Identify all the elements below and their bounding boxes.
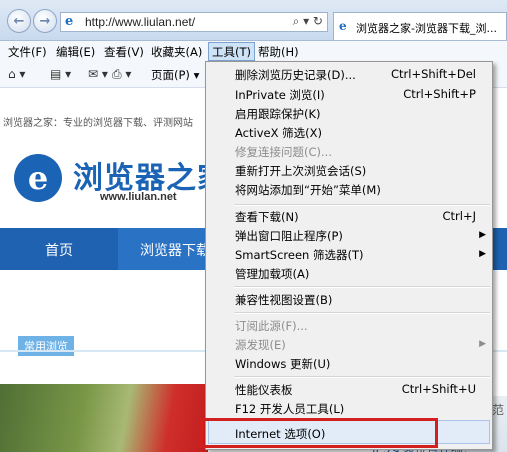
menu-item-windows-update[interactable]: Windows 更新(U) [235, 356, 330, 372]
tab-title: 浏览器之家-浏览器下载_浏... [356, 22, 497, 35]
submenu-arrow-icon: ▶ [479, 249, 486, 259]
banner-image[interactable] [0, 384, 208, 452]
home-icon[interactable]: ⌂ ▾ [8, 67, 25, 81]
nav-download-label: 浏览器下载 [140, 243, 210, 259]
menu-view[interactable]: 查看(V) [104, 44, 144, 60]
menu-favorites[interactable]: 收藏夹(A) [151, 44, 202, 60]
tab-ie-icon: e [339, 19, 347, 33]
menu-item-reopen-session[interactable]: 重新打开上次浏览会话(S) [235, 163, 366, 179]
site-logo-url: www.liulan.net [100, 191, 177, 203]
ie-icon: e [65, 14, 74, 29]
site-tagline: 浏览器之家：专业的浏览器下载、评测网站 [3, 118, 193, 129]
menu-separator [234, 204, 490, 206]
menu-separator [234, 286, 490, 288]
menu-item-performance-dashboard[interactable]: 性能仪表板 [235, 382, 293, 398]
mail-icon[interactable]: ✉ ▾ [88, 67, 108, 81]
side-text: 范 [492, 403, 505, 417]
menu-item-f12-tools[interactable]: F12 开发人员工具(L) [235, 401, 344, 417]
menu-item-manage-addons[interactable]: 管理加载项(A) [235, 266, 309, 282]
address-url[interactable]: http://www.liulan.net/ [85, 15, 195, 29]
menu-item-subscribe-feed: 订阅此源(F)... [235, 319, 308, 333]
nav-home[interactable]: 首页 [45, 240, 73, 260]
menu-item-activex-filter[interactable]: ActiveX 筛选(X) [235, 125, 322, 141]
menu-help[interactable]: 帮助(H) [258, 44, 299, 60]
shortcut-inprivate: Ctrl+Shift+P [403, 87, 476, 101]
menu-bar: 文件(F) 编辑(E) 查看(V) 收藏夹(A) 工具(T) 帮助(H) [0, 41, 507, 61]
browser-toolbar: ← → e http://www.liulan.net/ ⌕ ▾ ↻ e 浏览器… [0, 0, 507, 41]
shortcut-delete-history: Ctrl+Shift+Del [391, 67, 476, 81]
menu-separator [234, 376, 490, 378]
print-icon[interactable]: ⎙ ▾ [112, 67, 131, 82]
menu-item-smartscreen[interactable]: SmartScreen 筛选器(T) [235, 247, 363, 263]
menu-item-add-to-start[interactable]: 将网站添加到“开始”菜单(M) [235, 182, 381, 198]
menu-item-inprivate[interactable]: InPrivate 浏览(I) [235, 87, 325, 103]
back-icon[interactable]: ← [7, 9, 31, 33]
menu-edit[interactable]: 编辑(E) [56, 44, 95, 60]
tools-dropdown: 删除浏览历史记录(D)... Ctrl+Shift+Del InPrivate … [205, 61, 493, 450]
address-bar[interactable]: e http://www.liulan.net/ ⌕ ▾ ↻ [60, 12, 328, 32]
forward-icon[interactable]: → [33, 9, 57, 33]
feeds-icon[interactable]: ▤ ▾ [50, 67, 71, 81]
menu-item-popup-blocker[interactable]: 弹出窗口阻止程序(P) [235, 228, 343, 244]
menu-separator [234, 312, 490, 314]
menu-item-delete-history[interactable]: 删除浏览历史记录(D)... [235, 67, 356, 83]
menu-item-compat-view[interactable]: 兼容性视图设置(B) [235, 292, 332, 308]
section-badge: 常用浏览 [18, 336, 74, 356]
page-menu[interactable]: 页面(P) ▾ [151, 67, 199, 83]
menu-item-fix-connection: 修复连接问题(C)... [235, 145, 332, 159]
shortcut-performance-dashboard: Ctrl+Shift+U [401, 382, 476, 396]
nav-download[interactable]: 浏览器下载 [118, 228, 216, 270]
shortcut-view-downloads: Ctrl+J [442, 209, 477, 223]
submenu-arrow-icon: ▶ [479, 230, 486, 240]
menu-item-view-downloads[interactable]: 查看下载(N) [235, 209, 299, 225]
menu-tools[interactable]: 工具(T) [208, 42, 255, 61]
highlight-box [200, 418, 438, 448]
menu-item-tracking-protection[interactable]: 启用跟踪保护(K) [235, 106, 321, 122]
menu-item-feed-discovery: 源发现(E) [235, 338, 286, 352]
menu-file[interactable]: 文件(F) [8, 44, 47, 60]
site-logo-icon[interactable]: e [14, 154, 62, 202]
submenu-arrow-icon: ▶ [479, 339, 486, 349]
browser-tab[interactable]: e 浏览器之家-浏览器下载_浏... [333, 12, 507, 40]
address-actions[interactable]: ⌕ ▾ ↻ [293, 14, 323, 29]
